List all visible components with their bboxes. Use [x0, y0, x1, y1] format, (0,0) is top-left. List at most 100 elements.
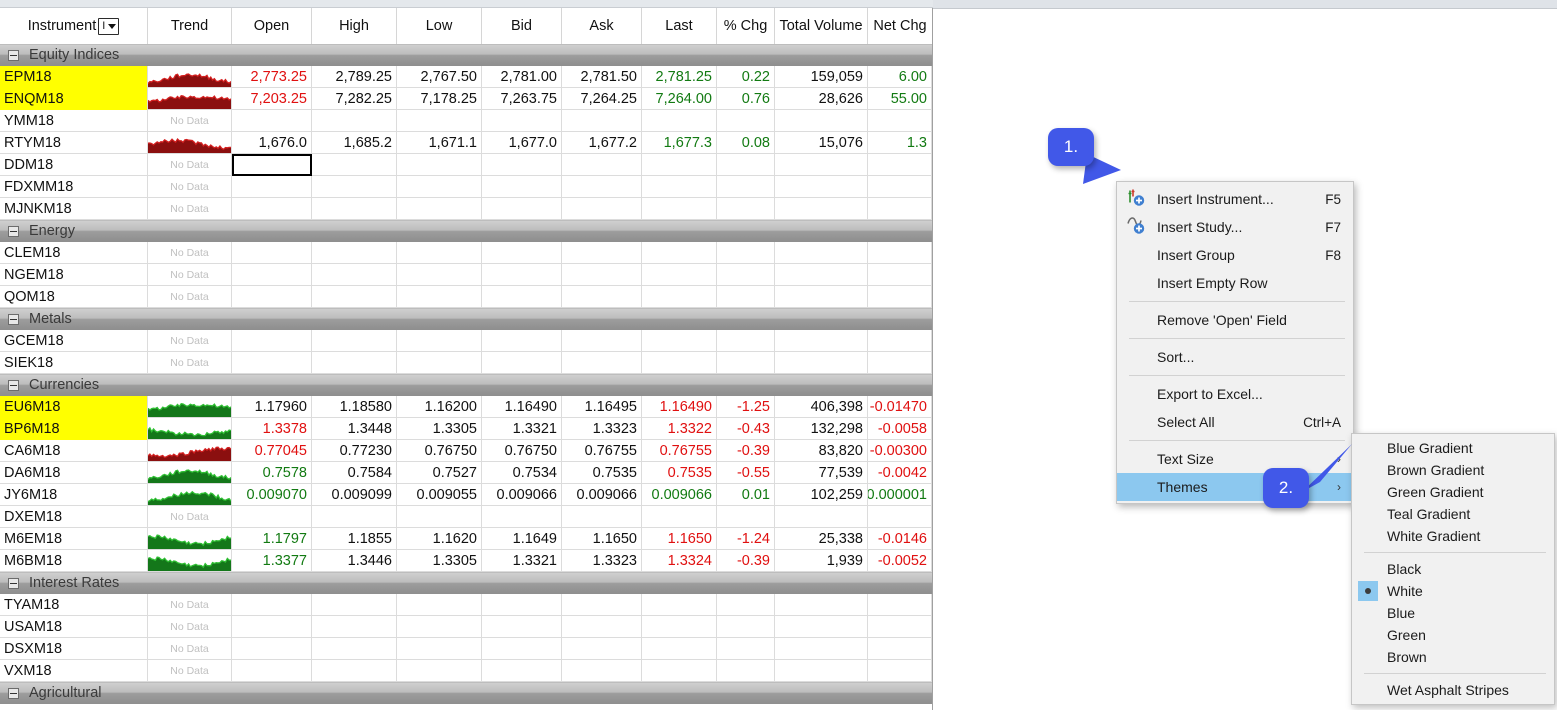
cell-bid[interactable] [482, 176, 562, 198]
cell-instrument[interactable]: FDXMM18 [0, 176, 148, 198]
group-collapse-icon[interactable] [8, 225, 19, 237]
table-row[interactable]: BP6M18 1.3378 1.3448 1.3305 1.3321 1.3323 1.33… [0, 418, 932, 440]
cell-trend[interactable] [148, 528, 232, 550]
cell-bid[interactable] [482, 330, 562, 352]
cell-last[interactable] [642, 660, 717, 682]
cell-chg[interactable] [717, 154, 775, 176]
cell-chg[interactable]: 0.22 [717, 66, 775, 88]
theme-item-black[interactable]: Black [1352, 558, 1554, 580]
table-row[interactable]: RTYM18 1,676.0 1,685.2 1,671.1 1,677.0 1,677.… [0, 132, 932, 154]
cell-trend[interactable] [148, 440, 232, 462]
cell-net[interactable]: -0.0058 [868, 418, 932, 440]
cell-ask[interactable]: 1,677.2 [562, 132, 642, 154]
cell-chg[interactable] [717, 110, 775, 132]
cell-low[interactable] [397, 286, 482, 308]
cell-open[interactable]: 0.7578 [232, 462, 312, 484]
cell-high[interactable]: 1.18580 [312, 396, 397, 418]
themes-submenu[interactable]: Blue Gradient Brown Gradient Green Gradien… [1351, 433, 1555, 705]
cell-net[interactable] [868, 264, 932, 286]
cell-ask[interactable]: 0.76755 [562, 440, 642, 462]
cell-open[interactable] [232, 330, 312, 352]
cell-high[interactable] [312, 638, 397, 660]
cell-net[interactable] [868, 110, 932, 132]
cell-last[interactable] [642, 330, 717, 352]
table-row[interactable]: CA6M18 0.77045 0.77230 0.76750 0.76750 0.7675… [0, 440, 932, 462]
cell-instrument[interactable]: DDM18 [0, 154, 148, 176]
cell-ask[interactable]: 1.3323 [562, 418, 642, 440]
cell-ask[interactable] [562, 616, 642, 638]
cell-low[interactable] [397, 198, 482, 220]
theme-item-wet-asphalt-stripes[interactable]: Wet Asphalt Stripes [1352, 679, 1554, 701]
cell-high[interactable]: 1,685.2 [312, 132, 397, 154]
cell-instrument[interactable]: ENQM18 [0, 88, 148, 110]
cell-open[interactable]: 2,773.25 [232, 66, 312, 88]
cell-bid[interactable] [482, 594, 562, 616]
cell-low[interactable] [397, 594, 482, 616]
cell-ask[interactable]: 7,264.25 [562, 88, 642, 110]
cell-bid[interactable] [482, 506, 562, 528]
cell-net[interactable]: -0.00300 [868, 440, 932, 462]
menu-item-select-all[interactable]: Select All Ctrl+A [1117, 408, 1353, 436]
cell-high[interactable] [312, 594, 397, 616]
theme-item-brown-gradient[interactable]: Brown Gradient [1352, 459, 1554, 481]
cell-bid[interactable] [482, 638, 562, 660]
table-row[interactable]: M6EM18 1.1797 1.1855 1.1620 1.1649 1.1650 1.16… [0, 528, 932, 550]
cell-high[interactable]: 1.1855 [312, 528, 397, 550]
cell-net[interactable] [868, 506, 932, 528]
cell-instrument[interactable]: TYAM18 [0, 594, 148, 616]
cell-low[interactable]: 1.3305 [397, 550, 482, 572]
cell-open[interactable]: 0.009070 [232, 484, 312, 506]
cell-low[interactable]: 2,767.50 [397, 66, 482, 88]
cell-open[interactable] [232, 506, 312, 528]
cell-low[interactable] [397, 110, 482, 132]
table-row[interactable]: EU6M18 1.17960 1.18580 1.16200 1.16490 1.1649… [0, 396, 932, 418]
cell-bid[interactable]: 1.3321 [482, 418, 562, 440]
cell-open[interactable] [232, 352, 312, 374]
cell-open[interactable]: 1,676.0 [232, 132, 312, 154]
theme-item-green-gradient[interactable]: Green Gradient [1352, 481, 1554, 503]
cell-open[interactable] [232, 264, 312, 286]
cell-high[interactable] [312, 352, 397, 374]
cell-volume[interactable] [775, 286, 868, 308]
cell-net[interactable] [868, 594, 932, 616]
cell-net[interactable] [868, 352, 932, 374]
cell-bid[interactable] [482, 616, 562, 638]
cell-last[interactable]: 1,677.3 [642, 132, 717, 154]
cell-chg[interactable] [717, 660, 775, 682]
cell-net[interactable]: -0.0042 [868, 462, 932, 484]
cell-trend[interactable]: No Data [148, 616, 232, 638]
theme-item-white[interactable]: White [1352, 580, 1554, 602]
cell-last[interactable]: 1.3322 [642, 418, 717, 440]
cell-volume[interactable] [775, 154, 868, 176]
cell-last[interactable]: 1.3324 [642, 550, 717, 572]
column-header-total-volume[interactable]: Total Volume [775, 8, 868, 44]
cell-last[interactable]: 0.009066 [642, 484, 717, 506]
cell-net[interactable] [868, 154, 932, 176]
column-header-last[interactable]: Last [642, 8, 717, 44]
cell-open[interactable] [232, 198, 312, 220]
table-row[interactable]: QOM18 No Data [0, 286, 932, 308]
cell-bid[interactable]: 1,677.0 [482, 132, 562, 154]
table-row[interactable]: DSXM18 No Data [0, 638, 932, 660]
cell-instrument[interactable]: VXM18 [0, 660, 148, 682]
cell-ask[interactable] [562, 154, 642, 176]
menu-item-insert-empty-row[interactable]: Insert Empty Row [1117, 269, 1353, 297]
theme-item-blue[interactable]: Blue [1352, 602, 1554, 624]
cell-net[interactable]: -0.0146 [868, 528, 932, 550]
cell-chg[interactable]: -0.55 [717, 462, 775, 484]
cell-low[interactable] [397, 660, 482, 682]
group-collapse-icon[interactable] [8, 49, 19, 61]
cell-trend[interactable]: No Data [148, 352, 232, 374]
cell-open[interactable] [232, 154, 312, 176]
cell-low[interactable]: 1.1620 [397, 528, 482, 550]
cell-net[interactable]: -0.0052 [868, 550, 932, 572]
table-row[interactable]: ENQM18 7,203.25 7,282.25 7,178.25 7,263.75 7,… [0, 88, 932, 110]
cell-net[interactable] [868, 638, 932, 660]
cell-last[interactable] [642, 352, 717, 374]
cell-net[interactable]: 1.3 [868, 132, 932, 154]
cell-low[interactable] [397, 352, 482, 374]
cell-ask[interactable] [562, 594, 642, 616]
table-row[interactable]: MJNKM18 No Data [0, 198, 932, 220]
cell-trend[interactable]: No Data [148, 154, 232, 176]
group-collapse-icon[interactable] [8, 379, 19, 391]
